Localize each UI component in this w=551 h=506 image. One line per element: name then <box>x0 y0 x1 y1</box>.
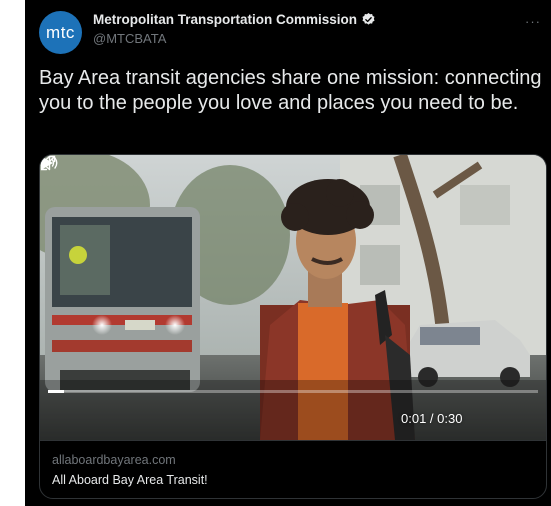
card-title: All Aboard Bay Area Transit! <box>52 473 208 487</box>
tweet-text: Bay Area transit agencies share one miss… <box>39 67 542 114</box>
display-name[interactable]: Metropolitan Transportation Commission <box>93 12 357 27</box>
fullscreen-icon[interactable] <box>40 155 56 171</box>
card-domain: allaboardbayarea.com <box>52 453 176 467</box>
progress-fill <box>48 390 65 393</box>
author-row: Metropolitan Transportation Commission <box>93 12 376 27</box>
progress-bar[interactable] <box>48 390 538 393</box>
handle[interactable]: @MTCBATA <box>93 31 166 46</box>
time-display: 0:01 / 0:30 <box>401 411 463 426</box>
link-card[interactable]: 0:01 / 0:30 allaboardbayarea.com All Abo… <box>39 154 547 499</box>
more-icon[interactable]: ··· <box>525 14 541 29</box>
card-footer[interactable]: allaboardbayarea.com All Aboard Bay Area… <box>40 440 546 498</box>
video-player[interactable]: 0:01 / 0:30 <box>40 155 546 440</box>
video-frame <box>40 155 546 440</box>
avatar[interactable]: mtc <box>39 11 82 54</box>
verified-badge-icon <box>362 12 375 25</box>
tweet: mtc Metropolitan Transportation Commissi… <box>25 0 551 506</box>
